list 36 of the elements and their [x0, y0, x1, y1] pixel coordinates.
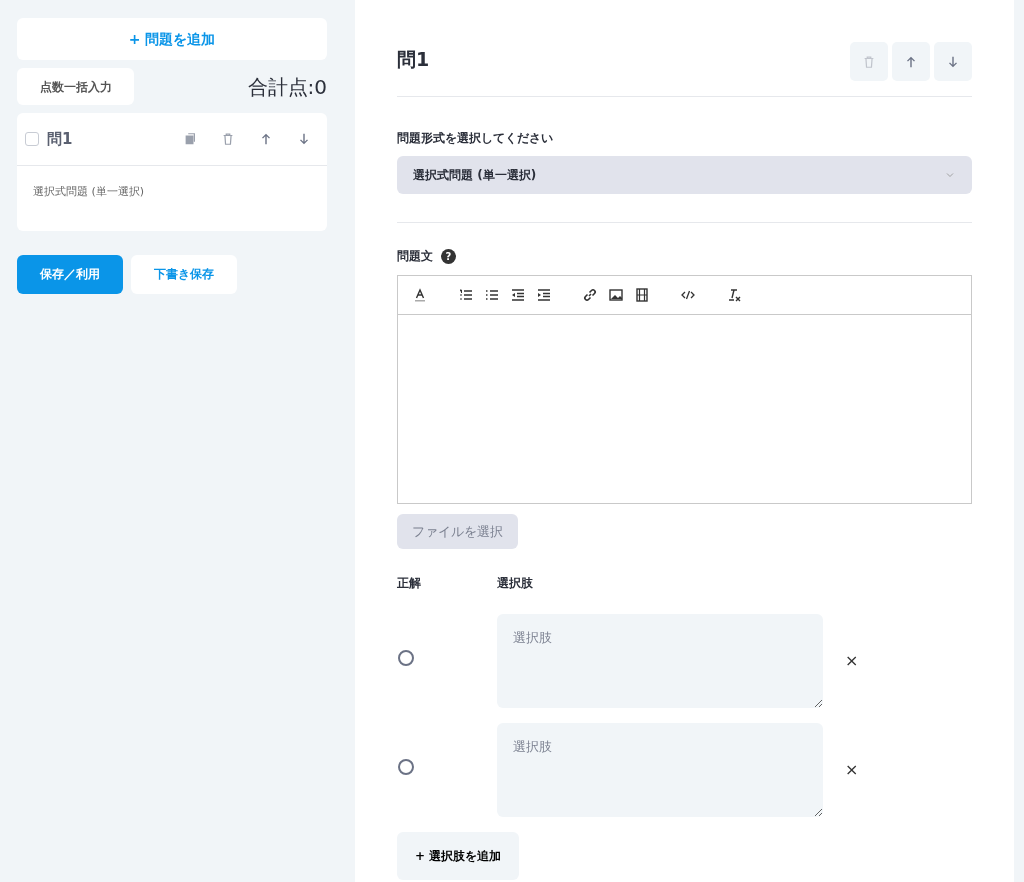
up-arrow-icon [259, 132, 273, 146]
trash-icon [221, 132, 235, 146]
indent-icon[interactable] [536, 287, 552, 303]
numbered-list-icon[interactable] [458, 287, 474, 303]
column-header: 正解 [397, 575, 422, 592]
link-icon[interactable] [582, 287, 598, 303]
image-icon[interactable] [608, 287, 624, 303]
outdent-icon[interactable] [510, 287, 526, 303]
film-icon[interactable] [634, 287, 650, 303]
bulk-score-button[interactable]: 点数一括入力 [17, 68, 134, 105]
question-card[interactable]: 問1 選択式問題 (単一選択) [17, 113, 327, 231]
type-label: 問題形式を選択してください [397, 130, 554, 147]
choice-field[interactable]: 選択肢 [497, 723, 823, 817]
trash-icon [862, 54, 876, 69]
body-label: 問題文 [397, 248, 433, 265]
question-type: 選択式問題 (単一選択) [32, 184, 146, 200]
checkbox[interactable] [25, 132, 39, 146]
choice-field[interactable]: 選択肢 [497, 614, 823, 708]
copy-icon [183, 132, 197, 146]
question-heading: 問1 [397, 47, 430, 72]
down-arrow-icon [946, 54, 960, 69]
up-arrow-icon [904, 54, 918, 69]
question-type-select[interactable]: 選択式問題 (単一選択) [397, 156, 972, 194]
total-score: 合計点:0 [247, 73, 327, 101]
radio-button[interactable] [398, 650, 414, 667]
remove-choice-button[interactable]: × [845, 649, 859, 673]
radio-button[interactable] [398, 759, 414, 776]
bullet-list-icon[interactable] [484, 287, 500, 303]
clear-format-icon[interactable] [726, 287, 742, 303]
help-icon[interactable]: ? [441, 248, 456, 264]
text-color-icon[interactable] [412, 287, 428, 303]
down-arrow-icon [297, 132, 311, 146]
column-header: 選択肢 [497, 575, 533, 592]
add-choice-button[interactable]: + 選択肢を追加 [397, 832, 520, 880]
question-title: 問1 [47, 128, 73, 150]
remove-choice-button[interactable]: × [845, 758, 859, 782]
